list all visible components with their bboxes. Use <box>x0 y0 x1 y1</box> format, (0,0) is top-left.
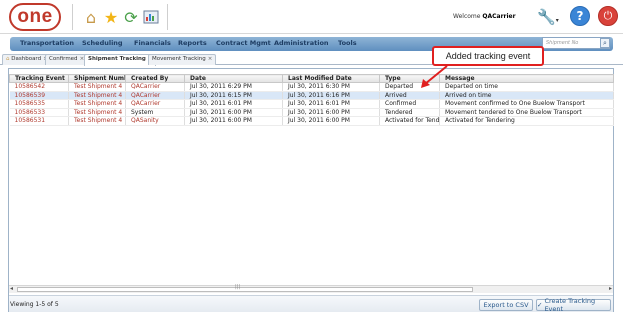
favorites-star-icon[interactable]: ★ <box>100 6 122 28</box>
nav-transportation[interactable]: Transportation <box>20 39 74 47</box>
column-header[interactable]: Created By <box>125 74 185 83</box>
tracking-events-grid: Tracking Event Shipment Number Created B… <box>8 68 614 313</box>
horizontal-scrollbar[interactable]: ◂ ||| ▸ <box>9 284 613 293</box>
date-cell: Jul 30, 2011 6:15 PM <box>184 91 283 100</box>
search-icon[interactable]: ⌕ <box>600 38 610 48</box>
logout-icon[interactable]: ⏻ <box>598 6 618 26</box>
nav-financials[interactable]: Financials <box>134 39 171 47</box>
last-modified-cell: Jul 30, 2011 6:00 PM <box>282 108 380 117</box>
created-by-link[interactable]: QASanity <box>125 116 185 126</box>
paging-status: Viewing 1-5 of 5 <box>10 301 59 308</box>
column-header[interactable]: Last Modified Date <box>282 74 380 83</box>
shipment-number-link[interactable]: Test Shipment 4 <box>68 91 126 100</box>
username: QACarrier <box>482 13 516 20</box>
last-modified-cell: Jul 30, 2011 6:30 PM <box>282 82 380 92</box>
type-cell: Tendered <box>379 108 440 117</box>
scrollbar-thumb[interactable] <box>17 287 473 292</box>
nav-scheduling[interactable]: Scheduling <box>82 39 123 47</box>
table-row[interactable]: 10586535 Test Shipment 4 QACarrier Jul 3… <box>9 99 614 109</box>
last-modified-cell: Jul 30, 2011 6:16 PM <box>282 91 380 100</box>
help-icon[interactable]: ? <box>570 6 590 26</box>
message-cell: Activated for Tendering <box>439 116 614 126</box>
one-logo[interactable]: one <box>9 3 61 31</box>
nav-reports[interactable]: Reports <box>178 39 207 47</box>
tab-movement-tracking[interactable]: Movement Tracking × <box>148 54 217 65</box>
welcome-text: Welcome QACarrier <box>453 13 516 20</box>
scroll-left-icon[interactable]: ◂ <box>10 285 13 292</box>
check-icon: ✓ <box>537 301 543 309</box>
table-header-row: Tracking Event Shipment Number Created B… <box>9 74 614 83</box>
tracking-event-link[interactable]: 10586539 <box>9 91 69 100</box>
message-cell: Departed on time <box>439 82 614 92</box>
annotation-callout: Added tracking event <box>432 46 544 66</box>
logo-text: one <box>17 6 53 27</box>
date-cell: Jul 30, 2011 6:00 PM <box>184 116 283 126</box>
tracking-table: Tracking Event Shipment Number Created B… <box>9 74 614 126</box>
column-header[interactable]: Date <box>184 74 283 83</box>
message-cell: Arrived on time <box>439 91 614 100</box>
type-cell: Arrived <box>379 91 440 100</box>
shipment-number-link[interactable]: Test Shipment 4 <box>68 108 126 117</box>
date-cell: Jul 30, 2011 6:29 PM <box>184 82 283 92</box>
shipment-number-link[interactable]: Test Shipment 4 <box>68 99 126 109</box>
tracking-event-link[interactable]: 10586533 <box>9 108 69 117</box>
type-cell: Activated for Tendering <box>379 116 440 126</box>
header-divider <box>72 4 73 30</box>
header-divider <box>167 4 168 30</box>
create-tracking-event-button[interactable]: ✓ Create Tracking Event <box>536 297 611 313</box>
table-row[interactable]: 10586533 Test Shipment 4 System Jul 30, … <box>9 108 614 117</box>
column-header[interactable]: Shipment Number <box>68 74 126 83</box>
tools-menu-icon[interactable]: 🔧▾ <box>537 8 559 26</box>
app-header: one ⌂ ★ ⟳ Welcome QACarrier 🔧▾ ? ⏻ <box>0 0 623 34</box>
type-cell: Confirmed <box>379 99 440 109</box>
nav-administration[interactable]: Administration <box>274 39 329 47</box>
last-modified-cell: Jul 30, 2011 6:00 PM <box>282 116 380 126</box>
column-header[interactable]: Type <box>379 74 440 83</box>
created-by-link[interactable]: QACarrier <box>125 99 185 109</box>
nav-tools[interactable]: Tools <box>338 39 357 47</box>
close-icon[interactable]: × <box>208 56 213 62</box>
created-by-cell: System <box>125 108 185 117</box>
date-cell: Jul 30, 2011 6:00 PM <box>184 108 283 117</box>
message-cell: Movement tendered to One Buelow Transpor… <box>439 108 614 117</box>
created-by-link[interactable]: QACarrier <box>125 82 185 92</box>
report-icon[interactable] <box>140 6 162 28</box>
tab-confirmed[interactable]: Confirmed × <box>45 54 89 65</box>
export-csv-button[interactable]: Export to CSV <box>479 299 533 311</box>
home-icon[interactable]: ⌂ <box>80 6 102 28</box>
tracking-event-link[interactable]: 10586542 <box>9 82 69 92</box>
tab-shipment-tracking[interactable]: Shipment Tracking× <box>84 54 157 66</box>
date-cell: Jul 30, 2011 6:01 PM <box>184 99 283 109</box>
table-row[interactable]: 10586542 Test Shipment 4 QACarrier Jul 3… <box>9 82 614 92</box>
table-row[interactable]: 10586531 Test Shipment 4 QASanity Jul 30… <box>9 116 614 126</box>
column-header[interactable]: Tracking Event <box>9 74 69 83</box>
nav-contract-mgmt[interactable]: Contract Mgmt <box>216 39 271 47</box>
scroll-right-icon[interactable]: ▸ <box>609 285 612 292</box>
scroll-grip-icon: ||| <box>235 284 241 290</box>
tracking-event-link[interactable]: 10586535 <box>9 99 69 109</box>
tracking-event-link[interactable]: 10586531 <box>9 116 69 126</box>
message-cell: Movement confirmed to One Buelow Transpo… <box>439 99 614 109</box>
created-by-link[interactable]: QACarrier <box>125 91 185 100</box>
type-cell: Departed <box>379 82 440 92</box>
home-icon: ⌂ <box>6 56 10 62</box>
column-header[interactable]: Message <box>439 74 614 83</box>
table-row[interactable]: 10586539 Test Shipment 4 QACarrier Jul 3… <box>9 91 614 100</box>
shipment-number-link[interactable]: Test Shipment 4 <box>68 116 126 126</box>
last-modified-cell: Jul 30, 2011 6:01 PM <box>282 99 380 109</box>
shipment-number-link[interactable]: Test Shipment 4 <box>68 82 126 92</box>
grid-footer: Viewing 1-5 of 5 Export to CSV ✓ Create T… <box>9 295 613 313</box>
refresh-icon[interactable]: ⟳ <box>120 6 142 28</box>
